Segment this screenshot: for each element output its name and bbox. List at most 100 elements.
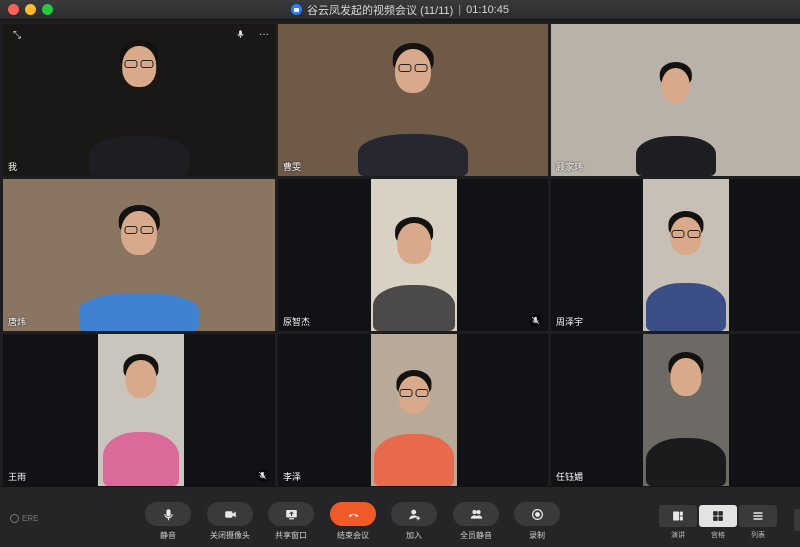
- video-feed: [371, 334, 457, 486]
- camera-off-label: 关闭摄像头: [210, 531, 250, 540]
- participant-silhouette: [646, 179, 726, 331]
- video-feed: [3, 24, 275, 176]
- video-tile[interactable]: 我 ⤡ ···: [3, 24, 275, 176]
- gallery-view-label: 宫格: [711, 532, 725, 539]
- torso: [646, 283, 726, 331]
- video-grid: 我 ⤡ ··· 曹雯 顾家玮唐炜 原智杰 周泽宇王雨 李泽 任钰媚: [0, 21, 800, 486]
- gallery-view-button[interactable]: 宫格: [698, 505, 738, 540]
- participant-silhouette: [89, 24, 189, 176]
- record-label: 录制: [529, 531, 545, 540]
- mic-icon[interactable]: [236, 29, 245, 42]
- participant-silhouette: [79, 179, 199, 331]
- meeting-toolbar: ERE 静音 关闭摄像头 共享窗口 结束会议 加入 全员静音 录制 演讲 宫格 …: [0, 486, 800, 547]
- share-window-button[interactable]: 共享窗口: [261, 502, 321, 541]
- video-feed: [643, 334, 729, 486]
- list-layout-icon: [753, 512, 763, 520]
- video-tile[interactable]: 原智杰: [278, 179, 548, 331]
- list-view-button[interactable]: 列表: [738, 505, 778, 540]
- speaker-view-button[interactable]: 演讲: [658, 505, 698, 540]
- video-feed: [278, 24, 548, 176]
- window-title: 谷云凤发起的视频会议 (11/11) | 01:10:45: [291, 2, 509, 18]
- torso: [374, 434, 454, 486]
- minimize-window-button[interactable]: [25, 4, 36, 15]
- camera-icon: [224, 510, 236, 518]
- torso: [373, 285, 455, 331]
- video-tile[interactable]: 任钰媚: [551, 334, 800, 486]
- brand-icon: [10, 514, 19, 523]
- face: [125, 360, 157, 398]
- title-bar: 谷云凤发起的视频会议 (11/11) | 01:10:45: [0, 0, 800, 20]
- zoom-window-button[interactable]: [42, 4, 53, 15]
- participant-silhouette: [635, 24, 716, 176]
- mic-muted-icon: [256, 469, 269, 482]
- video-tile[interactable]: 曹雯: [278, 24, 548, 176]
- speaker-layout-icon: [673, 511, 683, 521]
- video-tile[interactable]: 李泽: [278, 334, 548, 486]
- join-label: 加入: [406, 531, 422, 540]
- brand-text: ERE: [22, 514, 39, 523]
- glasses: [399, 389, 429, 397]
- participant-silhouette: [374, 334, 454, 486]
- mute-all-button[interactable]: 全员静音: [446, 502, 506, 541]
- video-feed: [3, 179, 275, 331]
- participant-name: 周泽宇: [556, 317, 584, 327]
- face: [670, 358, 702, 396]
- participant-silhouette: [373, 179, 455, 331]
- video-feed: [643, 179, 729, 331]
- mute-label: 静音: [160, 531, 176, 540]
- participant-silhouette: [103, 334, 179, 486]
- share-screen-icon: [285, 509, 297, 519]
- expand-icon[interactable]: ⤡: [13, 30, 21, 41]
- grid-layout-icon: [713, 511, 723, 521]
- video-feed: [98, 334, 184, 486]
- meeting-window: 谷云凤发起的视频会议 (11/11) | 01:10:45 我 ⤡ ··· 曹雯 顾家玮…: [0, 0, 800, 547]
- glasses: [671, 230, 701, 238]
- glasses: [124, 60, 154, 68]
- mic-muted-icon: [529, 314, 542, 327]
- camera-off-button[interactable]: 关闭摄像头: [200, 502, 260, 541]
- torso: [103, 432, 179, 486]
- video-tile[interactable]: 周泽宇: [551, 179, 800, 331]
- record-icon: [531, 508, 543, 520]
- participant-name: 我: [8, 162, 18, 172]
- hang-up-icon: [348, 513, 358, 517]
- torso: [79, 293, 199, 331]
- participant-name: 唐炜: [8, 317, 27, 327]
- mute-button[interactable]: 静音: [138, 502, 198, 541]
- face: [661, 68, 690, 103]
- list-view-label: 列表: [751, 532, 765, 539]
- share-window-label: 共享窗口: [275, 531, 307, 540]
- video-tile[interactable]: 王雨: [3, 334, 275, 486]
- end-meeting-label: 结束会议: [337, 531, 369, 540]
- speaker-view-label: 演讲: [671, 532, 685, 539]
- microphone-icon: [163, 508, 173, 520]
- participant-silhouette: [646, 334, 726, 486]
- participant-name: 王雨: [8, 472, 27, 482]
- meeting-title: 谷云凤发起的视频会议 (11/11): [307, 4, 454, 17]
- join-button[interactable]: 加入: [384, 502, 444, 541]
- glasses: [124, 226, 154, 234]
- add-person-icon: [408, 509, 420, 520]
- torso: [89, 136, 189, 176]
- title-separator: |: [458, 3, 462, 16]
- close-window-button[interactable]: [8, 4, 19, 15]
- participant-silhouette: [358, 24, 468, 176]
- brand-logo: ERE: [10, 514, 38, 523]
- window-controls: [8, 4, 53, 15]
- video-tile[interactable]: 顾家玮: [551, 24, 800, 176]
- participant-name: 原智杰: [283, 317, 311, 327]
- video-feed: [551, 24, 800, 176]
- end-meeting-button[interactable]: 结束会议: [323, 502, 383, 541]
- face: [397, 223, 431, 264]
- record-button[interactable]: 录制: [507, 502, 567, 541]
- torso: [635, 136, 716, 176]
- participant-name: 曹雯: [283, 162, 302, 172]
- tile-tools: ···: [236, 29, 269, 42]
- torso: [646, 438, 726, 486]
- mute-all-label: 全员静音: [460, 531, 492, 540]
- tile-more-button[interactable]: ···: [259, 29, 269, 42]
- meeting-timer: 01:10:45: [466, 3, 509, 16]
- more-options-edge[interactable]: [794, 509, 800, 531]
- participant-name: 任钰媚: [556, 472, 584, 482]
- video-tile[interactable]: 唐炜: [3, 179, 275, 331]
